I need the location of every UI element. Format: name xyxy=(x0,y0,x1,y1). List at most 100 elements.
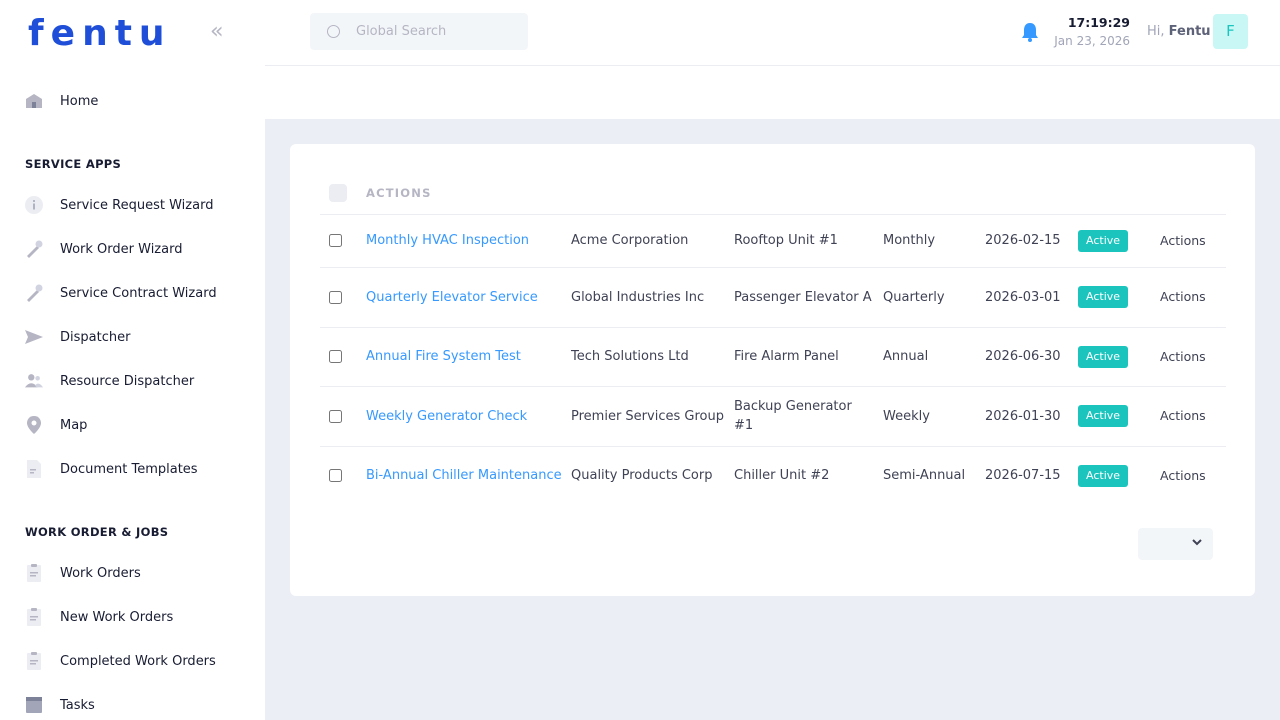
cell-name: Quarterly Elevator Service xyxy=(366,267,571,328)
table-row: Weekly Generator Check Premier Services … xyxy=(320,386,1226,447)
sidebar-item-label: Dispatcher xyxy=(60,329,131,345)
cell-name: Bi-Annual Chiller Maintenance xyxy=(366,446,571,505)
contracts-table: ACTIONS Monthly HVAC Inspection Acme Cor… xyxy=(320,172,1226,505)
contract-name-link[interactable]: Quarterly Elevator Service xyxy=(366,290,538,305)
actions-menu[interactable]: Actions xyxy=(1160,349,1206,364)
row-checkbox[interactable] xyxy=(329,409,342,423)
actions-menu[interactable]: Actions xyxy=(1160,233,1206,248)
user-greeting[interactable]: Hi, Fentu xyxy=(1147,24,1211,39)
home-icon xyxy=(24,91,44,111)
cell-actions: Actions xyxy=(1160,214,1226,268)
search-icon xyxy=(327,25,340,38)
cell-status: Active xyxy=(1078,267,1160,328)
cell-actions: Actions xyxy=(1160,386,1226,447)
section-title-work-order-jobs: WORK ORDER & JOBS xyxy=(25,525,169,539)
sidebar-item-document-templates[interactable]: Document Templates xyxy=(0,449,265,489)
sidebar-item-map[interactable]: Map xyxy=(0,405,265,445)
sidebar-item-dispatcher[interactable]: Dispatcher xyxy=(0,317,265,357)
row-checkbox[interactable] xyxy=(329,469,342,483)
sidebar-item-service-contract-wizard[interactable]: Service Contract Wizard xyxy=(0,273,265,313)
subheader xyxy=(265,66,1280,119)
cell-customer: Tech Solutions Ltd xyxy=(571,327,734,387)
sidebar-item-label: Resource Dispatcher xyxy=(60,373,195,389)
row-check-cell xyxy=(320,214,366,268)
sidebar-item-new-work-orders[interactable]: New Work Orders xyxy=(0,597,265,637)
contract-name-link[interactable]: Annual Fire System Test xyxy=(366,349,521,364)
row-check-cell xyxy=(320,327,366,387)
map-pin-icon xyxy=(24,415,44,435)
sidebar-item-service-request-wizard[interactable]: Service Request Wizard xyxy=(0,185,265,225)
greeting-prefix: Hi, xyxy=(1147,24,1165,39)
contract-name-link[interactable]: Monthly HVAC Inspection xyxy=(366,233,529,248)
sidebar-item-resource-dispatcher[interactable]: Resource Dispatcher xyxy=(0,361,265,401)
status-badge: Active xyxy=(1078,405,1129,427)
table-row: Monthly HVAC Inspection Acme Corporation… xyxy=(320,214,1226,268)
column-header-actions: ACTIONS xyxy=(366,172,1226,215)
contract-name-link[interactable]: Bi-Annual Chiller Maintenance xyxy=(366,468,562,483)
clock-date: Jan 23, 2026 xyxy=(1054,34,1130,48)
actions-menu[interactable]: Actions xyxy=(1160,289,1206,304)
sidebar-item-label: Map xyxy=(60,417,88,433)
cell-name: Annual Fire System Test xyxy=(366,327,571,387)
document-icon xyxy=(24,459,44,479)
section-title-service-apps: SERVICE APPS xyxy=(25,157,122,171)
sidebar-item-label: Work Order Wizard xyxy=(60,241,183,257)
cell-asset: Backup Generator #1 xyxy=(734,386,883,447)
sidebar-item-completed-work-orders[interactable]: Completed Work Orders xyxy=(0,641,265,681)
status-badge: Active xyxy=(1078,464,1129,487)
search-input[interactable] xyxy=(356,13,521,50)
tasks-icon xyxy=(24,695,44,715)
wrench-icon xyxy=(24,283,44,303)
send-icon xyxy=(24,327,44,347)
cell-date: 2026-03-01 xyxy=(985,267,1078,328)
cell-actions: Actions xyxy=(1160,327,1226,387)
cell-asset: Passenger Elevator A xyxy=(734,267,883,328)
people-icon xyxy=(24,371,44,391)
bell-icon[interactable] xyxy=(1019,21,1041,43)
sidebar-item-work-orders[interactable]: Work Orders xyxy=(0,553,265,593)
status-badge: Active xyxy=(1078,286,1129,308)
cell-customer: Acme Corporation xyxy=(571,214,734,268)
select-all-checkbox[interactable] xyxy=(329,183,347,202)
clipboard-icon xyxy=(24,607,44,627)
page-size-select[interactable] xyxy=(1138,528,1213,560)
cell-frequency: Monthly xyxy=(883,214,985,268)
clipboard-icon xyxy=(24,651,44,671)
contract-name-link[interactable]: Weekly Generator Check xyxy=(366,409,527,424)
wrench-icon xyxy=(24,239,44,259)
info-icon xyxy=(24,195,44,215)
cell-date: 2026-06-30 xyxy=(985,327,1078,387)
cell-asset: Rooftop Unit #1 xyxy=(734,214,883,268)
avatar[interactable]: F xyxy=(1213,14,1248,49)
brand-logo[interactable]: fentu xyxy=(28,12,172,56)
row-checkbox[interactable] xyxy=(329,234,342,247)
actions-menu[interactable]: Actions xyxy=(1160,408,1206,423)
cell-name: Monthly HVAC Inspection xyxy=(366,214,571,268)
sidebar-item-label: Tasks xyxy=(60,697,95,713)
chevron-down-icon xyxy=(1191,536,1203,551)
cell-frequency: Quarterly xyxy=(883,267,985,328)
sidebar-item-label: Service Request Wizard xyxy=(60,197,214,213)
sidebar-item-home[interactable]: Home xyxy=(0,81,265,121)
row-check-cell xyxy=(320,267,366,328)
table-row: Annual Fire System Test Tech Solutions L… xyxy=(320,327,1226,387)
sidebar-item-work-order-wizard[interactable]: Work Order Wizard xyxy=(0,229,265,269)
top-header: 17:19:29 Jan 23, 2026 Hi, Fentu F xyxy=(265,0,1280,66)
actions-menu[interactable]: Actions xyxy=(1160,468,1206,483)
cell-status: Active xyxy=(1078,386,1160,447)
cell-customer: Global Industries Inc xyxy=(571,267,734,328)
table-row: Quarterly Elevator Service Global Indust… xyxy=(320,267,1226,328)
select-all-cell xyxy=(320,172,366,215)
sidebar-item-tasks[interactable]: Tasks xyxy=(0,685,265,720)
cell-status: Active xyxy=(1078,446,1160,505)
sidebar-item-label: New Work Orders xyxy=(60,609,174,625)
sidebar-item-label: Work Orders xyxy=(60,565,141,581)
sidebar-item-label: Document Templates xyxy=(60,461,198,477)
clock-time: 17:19:29 xyxy=(1067,15,1130,30)
sidebar: fentu ‹‹ Home SERVICE APPS Service Reque… xyxy=(0,0,265,720)
row-checkbox[interactable] xyxy=(329,350,342,363)
user-name: Fentu xyxy=(1168,24,1211,39)
status-badge: Active xyxy=(1078,229,1129,252)
row-checkbox[interactable] xyxy=(329,290,342,304)
double-chevron-left-icon[interactable]: ‹‹ xyxy=(210,20,234,44)
